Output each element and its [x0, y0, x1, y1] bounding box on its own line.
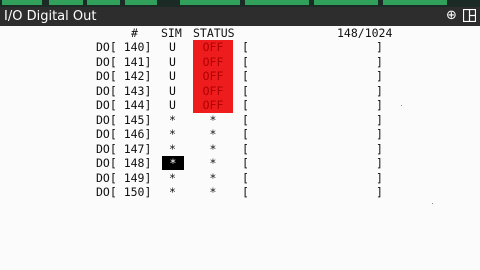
row-label: DO[ 150] [96, 185, 152, 199]
row-status[interactable]: OFF [195, 98, 231, 112]
row-sim[interactable]: U [169, 84, 176, 98]
row-comment-open: [ [242, 83, 249, 98]
row-label: DO[ 145] [96, 112, 152, 127]
row-status[interactable]: * [195, 156, 231, 170]
row-comment-close: ] [376, 170, 383, 185]
row-label: DO[ 142] [96, 69, 152, 83]
column-header-status: STATUS [193, 26, 235, 40]
row-comment-close: ] [376, 112, 383, 127]
table-row[interactable]: DO[ 150] * * [ ] [0, 185, 480, 199]
status-segment [125, 0, 157, 5]
status-segment [87, 0, 120, 5]
row-status[interactable]: * [195, 127, 231, 141]
table-row-selected[interactable]: DO[ 148] * * [ ] [0, 156, 480, 170]
screen-speck [432, 203, 433, 204]
row-comment-open: [ [242, 185, 249, 199]
status-strip [0, 0, 480, 7]
status-segment [2, 0, 42, 5]
row-sim[interactable]: U [169, 55, 176, 69]
row-label: DO[ 144] [96, 98, 152, 112]
row-status[interactable]: * [195, 185, 231, 199]
row-comment-close: ] [376, 69, 383, 83]
zoom-in-icon[interactable]: ⊕ [444, 8, 459, 23]
row-comment-close: ] [376, 185, 383, 199]
row-status[interactable]: OFF [195, 69, 231, 83]
window-title: I/O Digital Out [4, 9, 97, 24]
window-layout-icon[interactable] [462, 8, 477, 23]
status-segment [314, 0, 378, 5]
row-label: DO[ 140] [96, 40, 152, 54]
row-label: DO[ 147] [96, 141, 152, 156]
row-sim[interactable]: * [169, 171, 176, 185]
row-label: DO[ 148] [96, 156, 152, 170]
status-segment [180, 0, 240, 5]
row-sim[interactable]: * [169, 142, 176, 156]
table-row[interactable]: DO[ 149] * * [ ] [0, 171, 480, 185]
row-comment-open: [ [242, 141, 249, 156]
row-sim[interactable]: U [169, 40, 176, 54]
table-row[interactable]: DO[ 140] U OFF [ ] [0, 40, 480, 54]
row-status[interactable]: * [195, 142, 231, 156]
table-row[interactable]: DO[ 147] * * [ ] [0, 142, 480, 156]
row-comment-open: [ [242, 170, 249, 185]
row-sim[interactable]: * [169, 113, 176, 127]
row-comment-close: ] [376, 98, 383, 112]
row-sim[interactable]: * [169, 127, 176, 141]
table-row[interactable]: DO[ 143] U OFF [ ] [0, 84, 480, 98]
status-segment [245, 0, 309, 5]
row-comment-open: [ [242, 40, 249, 54]
table-row[interactable]: DO[ 145] * * [ ] [0, 113, 480, 127]
row-comment-open: [ [242, 127, 249, 141]
row-comment-open: [ [242, 112, 249, 127]
row-label: DO[ 141] [96, 54, 152, 69]
row-status[interactable]: * [195, 113, 231, 127]
row-comment-open: [ [242, 98, 249, 112]
row-comment-close: ] [376, 141, 383, 156]
row-status[interactable]: * [195, 171, 231, 185]
row-comment-open: [ [242, 156, 249, 170]
row-comment-close: ] [376, 54, 383, 69]
status-segment [383, 0, 447, 5]
status-segment [49, 0, 83, 5]
row-label: DO[ 143] [96, 83, 152, 98]
row-status[interactable]: OFF [195, 40, 231, 54]
row-label: DO[ 149] [96, 170, 152, 185]
row-comment-close: ] [376, 83, 383, 98]
row-comment-close: ] [376, 127, 383, 141]
row-comment-close: ] [376, 156, 383, 170]
table-row[interactable]: DO[ 142] U OFF [ ] [0, 69, 480, 83]
row-comment-close: ] [376, 40, 383, 54]
row-sim[interactable]: U [169, 69, 176, 83]
table-row[interactable]: DO[ 144] U OFF [ ] [0, 98, 480, 112]
screen-speck [401, 105, 402, 106]
row-sim-cursor[interactable]: * [162, 156, 184, 170]
table-row[interactable]: DO[ 141] U OFF [ ] [0, 55, 480, 69]
table-row[interactable]: DO[ 146] * * [ ] [0, 127, 480, 141]
row-status[interactable]: OFF [195, 84, 231, 98]
position-indicator: 148/1024 [337, 26, 393, 40]
column-header-sim: SIM [161, 26, 182, 40]
row-status[interactable]: OFF [195, 55, 231, 69]
column-header-number: # [131, 26, 138, 40]
row-comment-open: [ [242, 69, 249, 83]
row-comment-open: [ [242, 54, 249, 69]
window-titlebar: I/O Digital Out ⊕ [0, 7, 480, 26]
row-sim[interactable]: U [169, 98, 176, 112]
row-label: DO[ 146] [96, 127, 152, 141]
row-sim[interactable]: * [169, 185, 176, 199]
